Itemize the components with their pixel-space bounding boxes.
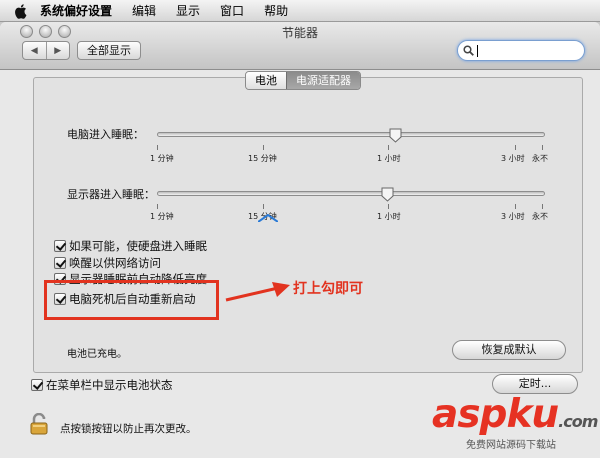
tick-mark [515, 145, 516, 150]
tick-mark [263, 145, 264, 150]
battery-status: 电池已充电。 [67, 349, 127, 360]
display-sleep-slider[interactable] [157, 191, 545, 196]
watermark-subtitle: 免费网站源码下载站 [466, 440, 556, 451]
menu-help[interactable]: 帮助 [264, 2, 288, 19]
watermark-suffix: .com [558, 412, 598, 431]
computer-sleep-label: 电脑进入睡眠： [67, 128, 144, 141]
option-restart-after-freeze[interactable]: 电脑死机后自动重新启动 [54, 291, 196, 307]
checkbox[interactable] [54, 293, 66, 305]
watermark-main: aspku [432, 392, 559, 437]
lock-hint: 点按锁按钮以防止再次更改。 [60, 423, 197, 435]
search-input[interactable] [457, 40, 585, 61]
tick-mark [263, 204, 264, 209]
menu-view[interactable]: 显示 [176, 2, 200, 19]
option-wake-network[interactable]: 唤醒以供网络访问 [54, 255, 161, 271]
slider-indicator-mark [258, 214, 278, 222]
tick-mark [515, 204, 516, 209]
tick-label: 1 分钟 [150, 154, 174, 163]
lock-icon[interactable] [30, 413, 48, 435]
display-sleep-label: 显示器进入睡眠： [67, 188, 155, 201]
checkbox[interactable] [31, 379, 43, 391]
watermark-logo: aspku.com [432, 392, 598, 437]
option-label: 如果可能，使硬盘进入睡眠 [69, 239, 207, 253]
computer-sleep-knob[interactable] [389, 128, 402, 143]
show-all-button[interactable]: 全部显示 [77, 41, 141, 60]
tick-mark [388, 204, 389, 209]
forward-button[interactable]: ▶ [45, 42, 70, 59]
tab-bar: 电池 电源适配器 [245, 71, 361, 90]
tick-label: 1 小时 [377, 154, 401, 163]
menu-bar: 系统偏好设置 编辑 显示 窗口 帮助 [0, 0, 600, 22]
apple-menu-icon[interactable] [14, 3, 28, 19]
tick-label: 1 分钟 [150, 212, 174, 221]
tab-battery[interactable]: 电池 [246, 72, 286, 89]
tick-label: 3 小时 [501, 212, 525, 221]
tick-mark [542, 145, 543, 150]
back-arrow-icon: ◀ [30, 45, 38, 56]
computer-sleep-slider[interactable] [157, 132, 545, 137]
settings-panel [33, 77, 583, 373]
title-bar: 节能器 ◀ ▶ 全部显示 [0, 22, 600, 70]
forward-arrow-icon: ▶ [54, 45, 62, 56]
tick-label: 永不 [532, 154, 548, 163]
arrow-icon [225, 282, 290, 302]
menu-app-name[interactable]: 系统偏好设置 [40, 2, 112, 19]
checkbox[interactable] [54, 240, 66, 252]
annotation-text: 打上勾即可 [293, 281, 363, 297]
option-label: 唤醒以供网络访问 [69, 256, 161, 270]
back-button[interactable]: ◀ [23, 42, 46, 59]
text-cursor [477, 45, 478, 57]
tick-mark [157, 145, 158, 150]
tick-label: 15 分钟 [248, 154, 277, 163]
option-disk-sleep[interactable]: 如果可能，使硬盘进入睡眠 [54, 238, 207, 254]
schedule-button[interactable]: 定时... [492, 374, 578, 394]
tick-label: 1 小时 [377, 212, 401, 221]
option-label: 电脑死机后自动重新启动 [69, 292, 196, 306]
tick-mark [157, 204, 158, 209]
option-show-battery-menu[interactable]: 在菜单栏中显示电池状态 [31, 377, 173, 393]
window-title: 节能器 [281, 26, 318, 40]
checkbox[interactable] [54, 257, 66, 269]
menu-edit[interactable]: 编辑 [132, 2, 156, 19]
tick-label: 3 小时 [501, 154, 525, 163]
menu-window[interactable]: 窗口 [220, 2, 244, 19]
restore-defaults-button[interactable]: 恢复成默认 [452, 340, 566, 360]
option-label: 在菜单栏中显示电池状态 [46, 378, 173, 392]
tick-label: 永不 [532, 212, 548, 221]
search-icon [463, 45, 474, 56]
tick-mark [388, 145, 389, 150]
tab-power-adapter[interactable]: 电源适配器 [286, 72, 360, 89]
nav-buttons: ◀ ▶ [22, 41, 70, 60]
display-sleep-knob[interactable] [381, 187, 394, 202]
tick-mark [542, 204, 543, 209]
